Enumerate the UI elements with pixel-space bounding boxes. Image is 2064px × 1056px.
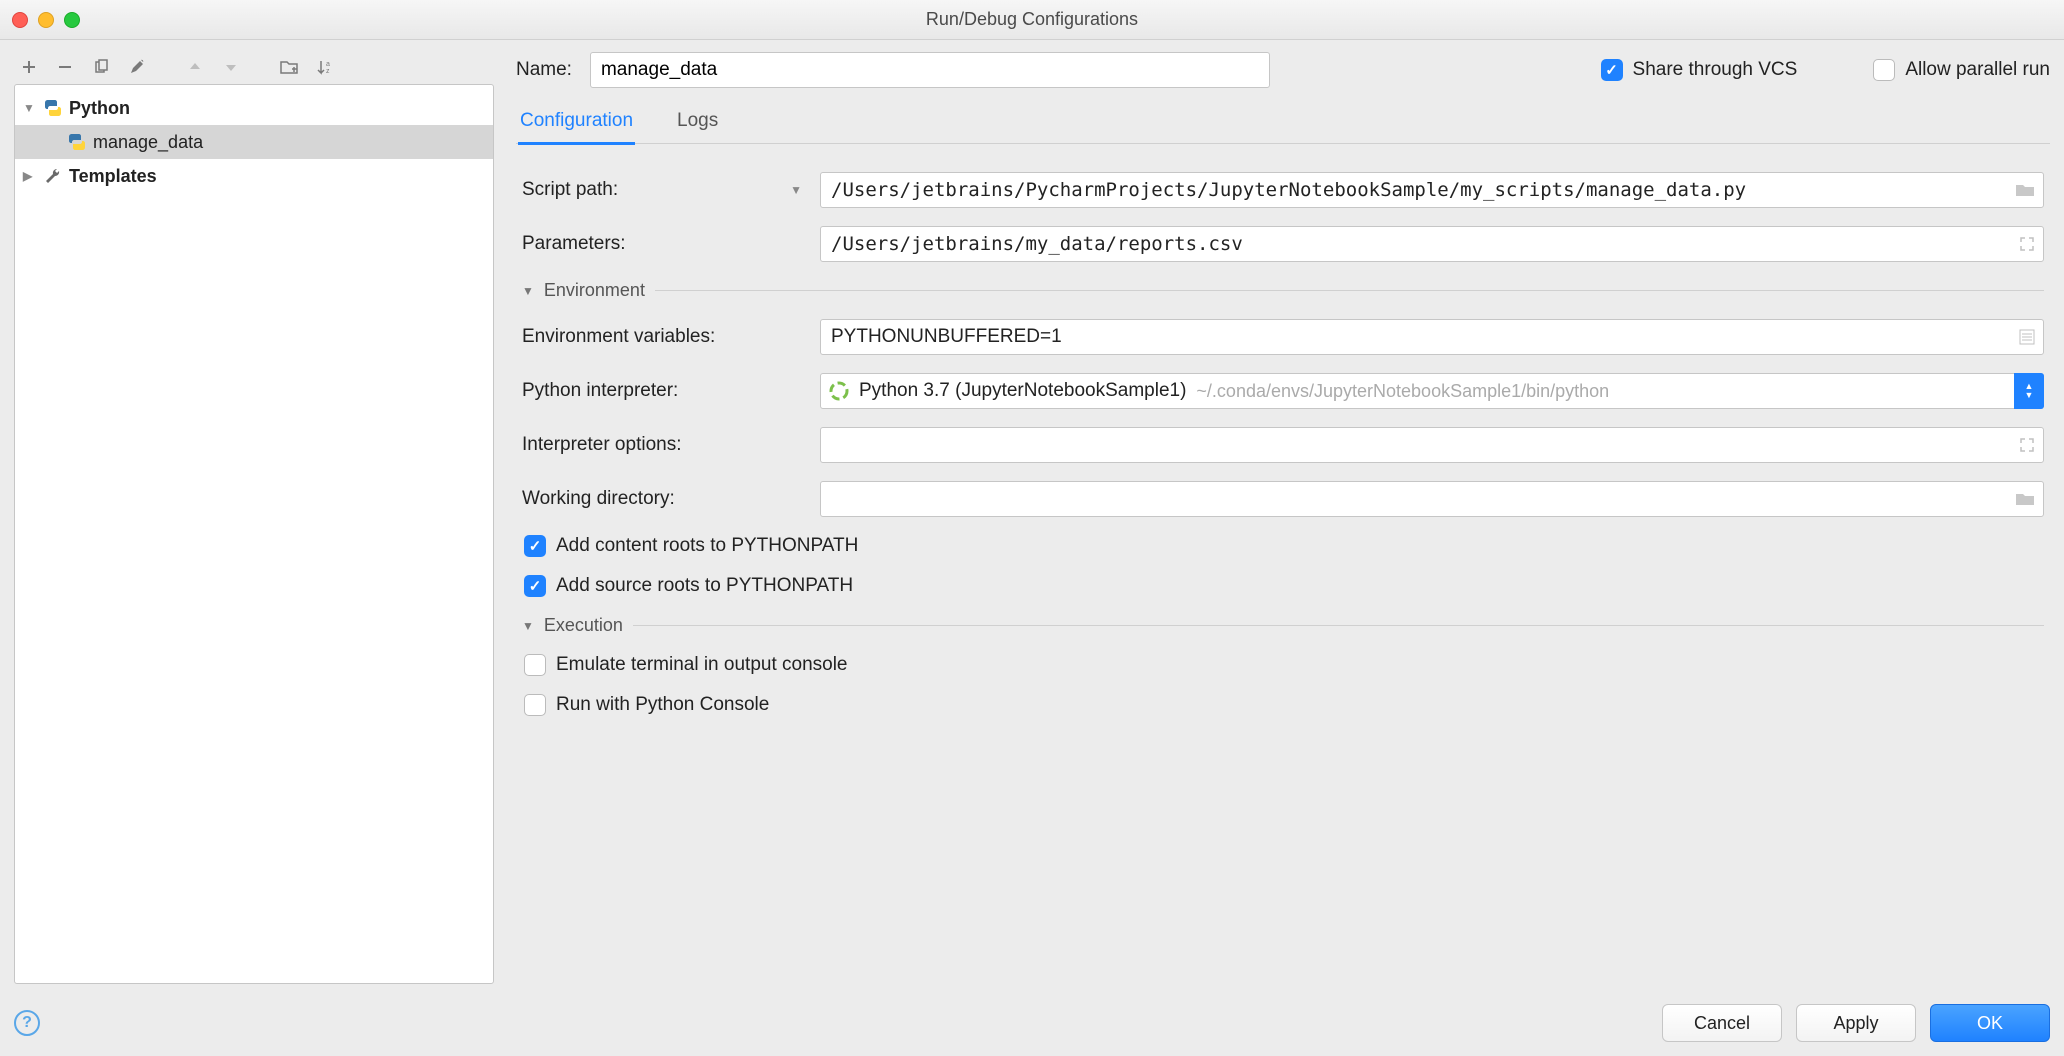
interp-options-field[interactable] [820,427,2044,463]
parameters-field[interactable]: /Users/jetbrains/my_data/reports.csv [820,226,2044,262]
expand-icon[interactable] [2019,437,2035,453]
list-icon[interactable] [2019,329,2035,345]
allow-parallel-checkbox[interactable]: Allow parallel run [1873,59,2050,81]
browse-folder-icon[interactable] [2015,182,2035,198]
workdir-field[interactable] [820,481,2044,517]
loading-icon [829,381,849,401]
dropdown-arrows-icon: ▲▼ [2014,373,2044,409]
tab-logs[interactable]: Logs [675,102,720,143]
name-input[interactable] [590,52,1270,88]
svg-text:z: z [326,68,330,75]
browse-folder-icon[interactable] [2015,491,2035,507]
edit-defaults-button[interactable] [126,56,148,78]
name-label: Name: [516,59,572,81]
wrench-icon [43,166,63,186]
chevron-down-icon: ▼ [522,619,534,633]
share-vcs-checkbox[interactable]: Share through VCS [1601,59,1798,81]
help-button[interactable]: ? [14,1010,40,1036]
env-vars-label: Environment variables: [522,326,802,348]
move-down-button[interactable] [220,56,242,78]
emulate-terminal-label: Emulate terminal in output console [556,654,848,676]
emulate-terminal-checkbox[interactable]: Emulate terminal in output console [524,654,2044,676]
interpreter-name: Python 3.7 (JupyterNotebookSample1) [859,380,1186,402]
titlebar: Run/Debug Configurations [0,0,2064,40]
tree-node-manage-data[interactable]: manage_data [15,125,493,159]
config-toolbar: az [14,50,494,84]
interpreter-path: ~/.conda/envs/JupyterNotebookSample1/bin… [1196,381,1609,402]
add-config-button[interactable] [18,56,40,78]
folder-button[interactable] [278,56,300,78]
script-path-label[interactable]: Script path: ▼ [522,179,802,201]
window-title: Run/Debug Configurations [0,9,2064,30]
checkbox-icon [524,694,546,716]
interp-options-label: Interpreter options: [522,434,802,456]
environment-section-label: Environment [544,280,645,301]
share-vcs-label: Share through VCS [1633,59,1798,81]
add-source-roots-label: Add source roots to PYTHONPATH [556,575,853,597]
parameters-label: Parameters: [522,233,802,255]
sort-button[interactable]: az [314,56,336,78]
tree-node-templates[interactable]: ▶ Templates [15,159,493,193]
tabs: Configuration Logs [516,102,2050,144]
environment-section-header[interactable]: ▼ Environment [522,280,2044,301]
tree-node-label: Python [69,98,130,119]
remove-config-button[interactable] [54,56,76,78]
env-vars-value: PYTHONUNBUFFERED=1 [831,326,1062,348]
script-path-value: /Users/jetbrains/PycharmProjects/Jupyter… [831,179,1746,201]
run-python-console-checkbox[interactable]: Run with Python Console [524,694,2044,716]
tree-node-python[interactable]: ▼ Python [15,91,493,125]
python-icon [43,98,63,118]
add-content-roots-checkbox[interactable]: Add content roots to PYTHONPATH [524,535,2044,557]
python-icon [67,132,87,152]
tree-node-label: manage_data [93,132,203,153]
script-path-field[interactable]: /Users/jetbrains/PycharmProjects/Jupyter… [820,172,2044,208]
checkbox-icon [1873,59,1895,81]
checkbox-icon [524,575,546,597]
execution-section-label: Execution [544,615,623,636]
checkbox-icon [524,535,546,557]
chevron-down-icon: ▼ [790,183,802,197]
checkbox-icon [1601,59,1623,81]
move-up-button[interactable] [184,56,206,78]
allow-parallel-label: Allow parallel run [1905,59,2050,81]
add-source-roots-checkbox[interactable]: Add source roots to PYTHONPATH [524,575,2044,597]
workdir-label: Working directory: [522,488,802,510]
svg-text:a: a [326,61,330,68]
chevron-down-icon: ▼ [23,101,37,115]
execution-section-header[interactable]: ▼ Execution [522,615,2044,636]
run-python-console-label: Run with Python Console [556,694,769,716]
checkbox-icon [524,654,546,676]
copy-config-button[interactable] [90,56,112,78]
config-tree[interactable]: ▼ Python manage_data ▶ Templates [14,84,494,984]
tab-configuration[interactable]: Configuration [518,102,635,145]
chevron-right-icon: ▶ [23,169,37,183]
chevron-down-icon: ▼ [522,284,534,298]
apply-button[interactable]: Apply [1796,1004,1916,1042]
cancel-button[interactable]: Cancel [1662,1004,1782,1042]
interpreter-dropdown[interactable]: Python 3.7 (JupyterNotebookSample1) ~/.c… [820,373,2044,409]
tree-node-label: Templates [69,166,157,187]
env-vars-field[interactable]: PYTHONUNBUFFERED=1 [820,319,2044,355]
interpreter-label: Python interpreter: [522,380,802,402]
expand-icon[interactable] [2019,236,2035,252]
ok-button[interactable]: OK [1930,1004,2050,1042]
parameters-value: /Users/jetbrains/my_data/reports.csv [831,233,1243,255]
add-content-roots-label: Add content roots to PYTHONPATH [556,535,858,557]
